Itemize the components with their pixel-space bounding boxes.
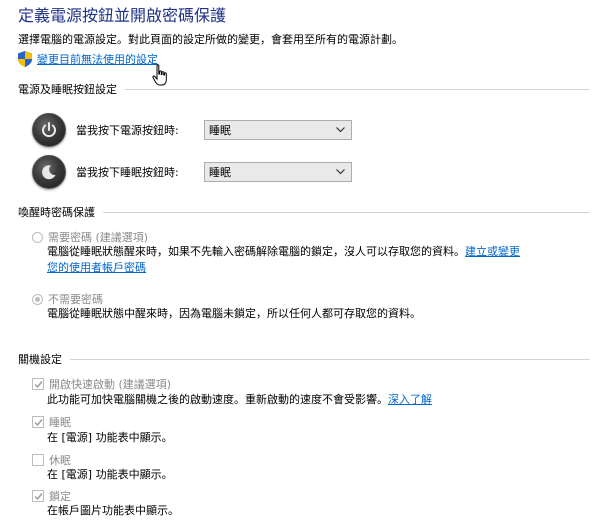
fast-startup-label: 開啟快速啟動 (建議選項): [49, 378, 172, 391]
page-title: 定義電源按鈕並開啟密碼保護: [18, 6, 227, 25]
change-unavailable-settings[interactable]: 變更目前無法使用的設定: [18, 51, 158, 67]
section-divider: [103, 211, 590, 213]
fast-startup-description: 此功能可加快電腦關機之後的啟動速度。重新啟動的速度不會受影響。深入了解: [47, 393, 432, 406]
change-unavailable-settings-link[interactable]: 變更目前無法使用的設定: [37, 51, 158, 67]
sleep-button-row: 當我按下睡眠按鈕時: 睡眠: [32, 155, 352, 189]
no-password-radio[interactable]: [32, 293, 43, 305]
lock-checkbox[interactable]: [32, 490, 44, 502]
page-description: 選擇電腦的電源設定。對此頁面的設定所做的變更，會套用至所有的電源計劃。: [18, 33, 403, 46]
chevron-down-icon: [336, 127, 345, 133]
hibernate-label: 休眠: [49, 454, 71, 467]
sleep-button-label: 當我按下睡眠按鈕時:: [76, 166, 179, 179]
sleep-button-action-select[interactable]: 睡眠: [204, 162, 352, 182]
create-change-password-link-part1[interactable]: 建立或變更: [465, 245, 520, 258]
require-password-description: 電腦從睡眠狀態醒來時，如果不先輸入密碼解除電腦的鎖定，沒人可以存取您的資料。建立…: [47, 245, 520, 274]
wake-password-section-header: 喚醒時密碼保護: [18, 204, 590, 220]
power-button-action-select[interactable]: 睡眠: [204, 120, 352, 140]
sleep-button-icon: [32, 155, 66, 189]
power-button-row: 當我按下電源按鈕時: 睡眠: [32, 113, 352, 147]
sleep-checkbox[interactable]: [32, 416, 44, 428]
no-password-description: 電腦從睡眠狀態中醒來時，因為電腦未鎖定，所以任何人都可存取您的資料。: [47, 307, 421, 320]
power-button-label: 當我按下電源按鈕時:: [76, 124, 179, 137]
no-password-label: 不需要密碼: [48, 293, 103, 306]
checkmark-icon: [34, 492, 43, 500]
lock-menu-option[interactable]: 鎖定: [32, 488, 71, 504]
hibernate-checkbox[interactable]: [32, 454, 44, 466]
lock-label: 鎖定: [49, 490, 71, 503]
hibernate-menu-option[interactable]: 休眠: [32, 452, 71, 468]
no-password-option[interactable]: 不需要密碼: [32, 291, 103, 307]
checkmark-icon: [34, 380, 43, 388]
hibernate-description: 在 [電源] 功能表中顯示。: [47, 468, 173, 481]
sleep-menu-option[interactable]: 睡眠: [32, 414, 71, 430]
sleep-description: 在 [電源] 功能表中顯示。: [47, 431, 173, 444]
power-button-icon: [32, 113, 66, 147]
require-password-option[interactable]: 需要密碼 (建議選項): [32, 229, 148, 245]
require-password-label: 需要密碼 (建議選項): [48, 231, 149, 244]
sleep-label: 睡眠: [49, 416, 71, 429]
power-section-header: 電源及睡眠按鈕設定: [18, 81, 590, 97]
shutdown-section-header: 關機設定: [18, 351, 590, 367]
require-password-radio[interactable]: [32, 231, 43, 243]
fast-startup-checkbox[interactable]: [32, 378, 44, 390]
checkmark-icon: [34, 418, 43, 426]
section-divider: [125, 88, 590, 90]
learn-more-link[interactable]: 深入了解: [388, 393, 432, 406]
uac-shield-icon: [18, 51, 32, 67]
lock-description: 在帳戶圖片功能表中顯示。: [47, 504, 179, 517]
section-divider: [70, 358, 590, 360]
chevron-down-icon: [336, 169, 345, 175]
create-change-password-link-part2[interactable]: 您的使用者帳戶密碼: [47, 261, 146, 274]
fast-startup-option[interactable]: 開啟快速啟動 (建議選項): [32, 376, 171, 392]
